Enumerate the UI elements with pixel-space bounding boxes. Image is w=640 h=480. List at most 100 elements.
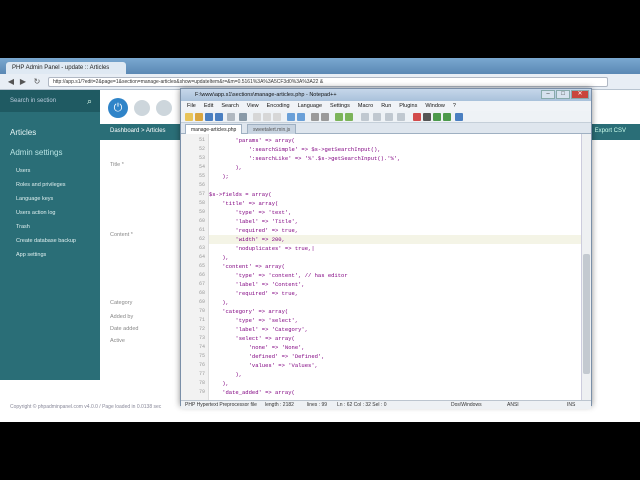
editor-tab-manage-articles[interactable]: manage-articles.php (185, 124, 243, 134)
save-macro-icon[interactable] (455, 113, 463, 121)
code-line[interactable]: ), (209, 298, 581, 307)
code-line[interactable]: 'width' => 200, (209, 235, 581, 244)
close-icon[interactable]: ✕ (571, 90, 589, 99)
code-line[interactable]: ':searchSimple' => $s->getSearchInput(), (209, 145, 581, 154)
menu-language[interactable]: Language (298, 103, 322, 109)
code-line[interactable]: 'defined' => 'Defined', (209, 352, 581, 361)
editor-tab-sweetalert[interactable]: sweetalert.min.js (247, 124, 297, 134)
code-line[interactable]: 'select' => array( (209, 334, 581, 343)
code-line[interactable]: ); (209, 172, 581, 181)
minimize-icon[interactable]: – (541, 90, 555, 99)
menu-run[interactable]: Run (381, 103, 391, 109)
save-icon[interactable] (205, 113, 213, 121)
menu-view[interactable]: View (247, 103, 259, 109)
zoom-in-icon[interactable] (335, 113, 343, 121)
line-number: 54 (198, 164, 205, 170)
code-line[interactable]: 'label' => 'Title', (209, 217, 581, 226)
stop-macro-icon[interactable] (423, 113, 431, 121)
menu-macro[interactable]: Macro (358, 103, 373, 109)
print-icon[interactable] (239, 113, 247, 121)
code-line[interactable]: 'params' => array( (209, 136, 581, 145)
paste-icon[interactable] (273, 113, 281, 121)
sidebar-section-admin[interactable]: Admin settings (10, 148, 62, 157)
undo-icon[interactable] (287, 113, 295, 121)
code-line[interactable]: 'values' => 'Values', (209, 361, 581, 370)
scrollbar-thumb[interactable] (583, 254, 590, 374)
code-line[interactable]: ), (209, 253, 581, 262)
line-number: 69 (198, 299, 205, 305)
menu-search[interactable]: Search (221, 103, 238, 109)
search-icon[interactable]: ⌕ (87, 96, 92, 107)
open-file-icon[interactable] (195, 113, 203, 121)
sidebar-item-users[interactable]: Users (16, 168, 30, 174)
status-mode: INS (567, 402, 576, 408)
code-line[interactable]: 'required' => true, (209, 226, 581, 235)
menu-encoding[interactable]: Encoding (267, 103, 290, 109)
address-bar[interactable]: http://app.s1/?edit=2&page=1&section=man… (48, 77, 608, 87)
code-line[interactable]: ), (209, 163, 581, 172)
browser-tab[interactable]: PHP Admin Panel - update :: Articles (6, 62, 126, 74)
code-line[interactable]: 'date_added' => array( (209, 388, 581, 397)
sidebar-section-articles[interactable]: Articles (10, 128, 36, 137)
line-number: 62 (198, 236, 205, 242)
sidebar-item-roles[interactable]: Roles and privileges (16, 182, 66, 188)
code-line[interactable]: 'type' => 'text', (209, 208, 581, 217)
replace-icon[interactable] (321, 113, 329, 121)
find-icon[interactable] (311, 113, 319, 121)
menu-window[interactable]: Window (425, 103, 445, 109)
close-file-icon[interactable] (227, 113, 235, 121)
power-icon[interactable]: ⏻ (108, 98, 128, 118)
zoom-out-icon[interactable] (345, 113, 353, 121)
vertical-scrollbar[interactable] (581, 134, 591, 400)
indent-guide-icon[interactable] (397, 113, 405, 121)
code-line[interactable]: ':searchLike' => '%'.$s->getSearchInput(… (209, 154, 581, 163)
code-line[interactable]: 'title' => array( (209, 199, 581, 208)
sidebar-item-backup[interactable]: Create database backup (16, 238, 76, 244)
code-line[interactable]: ), (209, 379, 581, 388)
record-macro-icon[interactable] (413, 113, 421, 121)
user-icon[interactable] (134, 100, 150, 116)
sidebar-search-input[interactable]: Search in section (0, 90, 100, 112)
code-line[interactable]: 'category' => array( (209, 307, 581, 316)
redo-icon[interactable] (297, 113, 305, 121)
maximize-icon[interactable]: □ (556, 90, 570, 99)
sidebar-item-language-keys[interactable]: Language keys (16, 196, 53, 202)
copy-icon[interactable] (263, 113, 271, 121)
line-number: 75 (198, 353, 205, 359)
code-line[interactable]: ), (209, 370, 581, 379)
reload-icon[interactable]: ↻ (32, 77, 42, 87)
code-line[interactable]: 'noduplicates' => true,| (209, 244, 581, 253)
code-line[interactable] (209, 181, 581, 190)
menu-edit[interactable]: Edit (204, 103, 213, 109)
code-line[interactable]: 'label' => 'Content', (209, 280, 581, 289)
save-all-icon[interactable] (215, 113, 223, 121)
word-wrap-icon[interactable] (373, 113, 381, 121)
code-line[interactable]: 'none' => 'None', (209, 343, 581, 352)
code-line[interactable]: 'content' => array( (209, 262, 581, 271)
menu-settings[interactable]: Settings (330, 103, 350, 109)
menu-help[interactable]: ? (453, 103, 456, 109)
run-macro-icon[interactable] (443, 113, 451, 121)
sync-scroll-icon[interactable] (361, 113, 369, 121)
show-symbols-icon[interactable] (385, 113, 393, 121)
cut-icon[interactable] (253, 113, 261, 121)
sidebar-item-app-settings[interactable]: App settings (16, 252, 46, 258)
line-number: 65 (198, 263, 205, 269)
menu-file[interactable]: File (187, 103, 196, 109)
play-macro-icon[interactable] (433, 113, 441, 121)
sidebar-item-action-log[interactable]: Users action log (16, 210, 55, 216)
breadcrumb[interactable]: Dashboard > Articles (110, 128, 166, 134)
export-button[interactable]: Export CSV (595, 128, 626, 134)
code-area[interactable]: 'params' => array( ':searchSimple' => $s… (209, 134, 581, 400)
code-line[interactable]: $s->fields = array( (209, 190, 581, 199)
back-icon[interactable]: ◀ (6, 77, 16, 87)
code-line[interactable]: 'required' => true, (209, 289, 581, 298)
code-line[interactable]: 'label' => 'Category', (209, 325, 581, 334)
new-file-icon[interactable] (185, 113, 193, 121)
code-line[interactable]: 'type' => 'content', // has editor (209, 271, 581, 280)
code-line[interactable]: 'type' => 'select', (209, 316, 581, 325)
sidebar-item-trash[interactable]: Trash (16, 224, 30, 230)
forward-icon[interactable]: ▶ (18, 77, 28, 87)
menu-plugins[interactable]: Plugins (399, 103, 417, 109)
settings-icon[interactable] (156, 100, 172, 116)
